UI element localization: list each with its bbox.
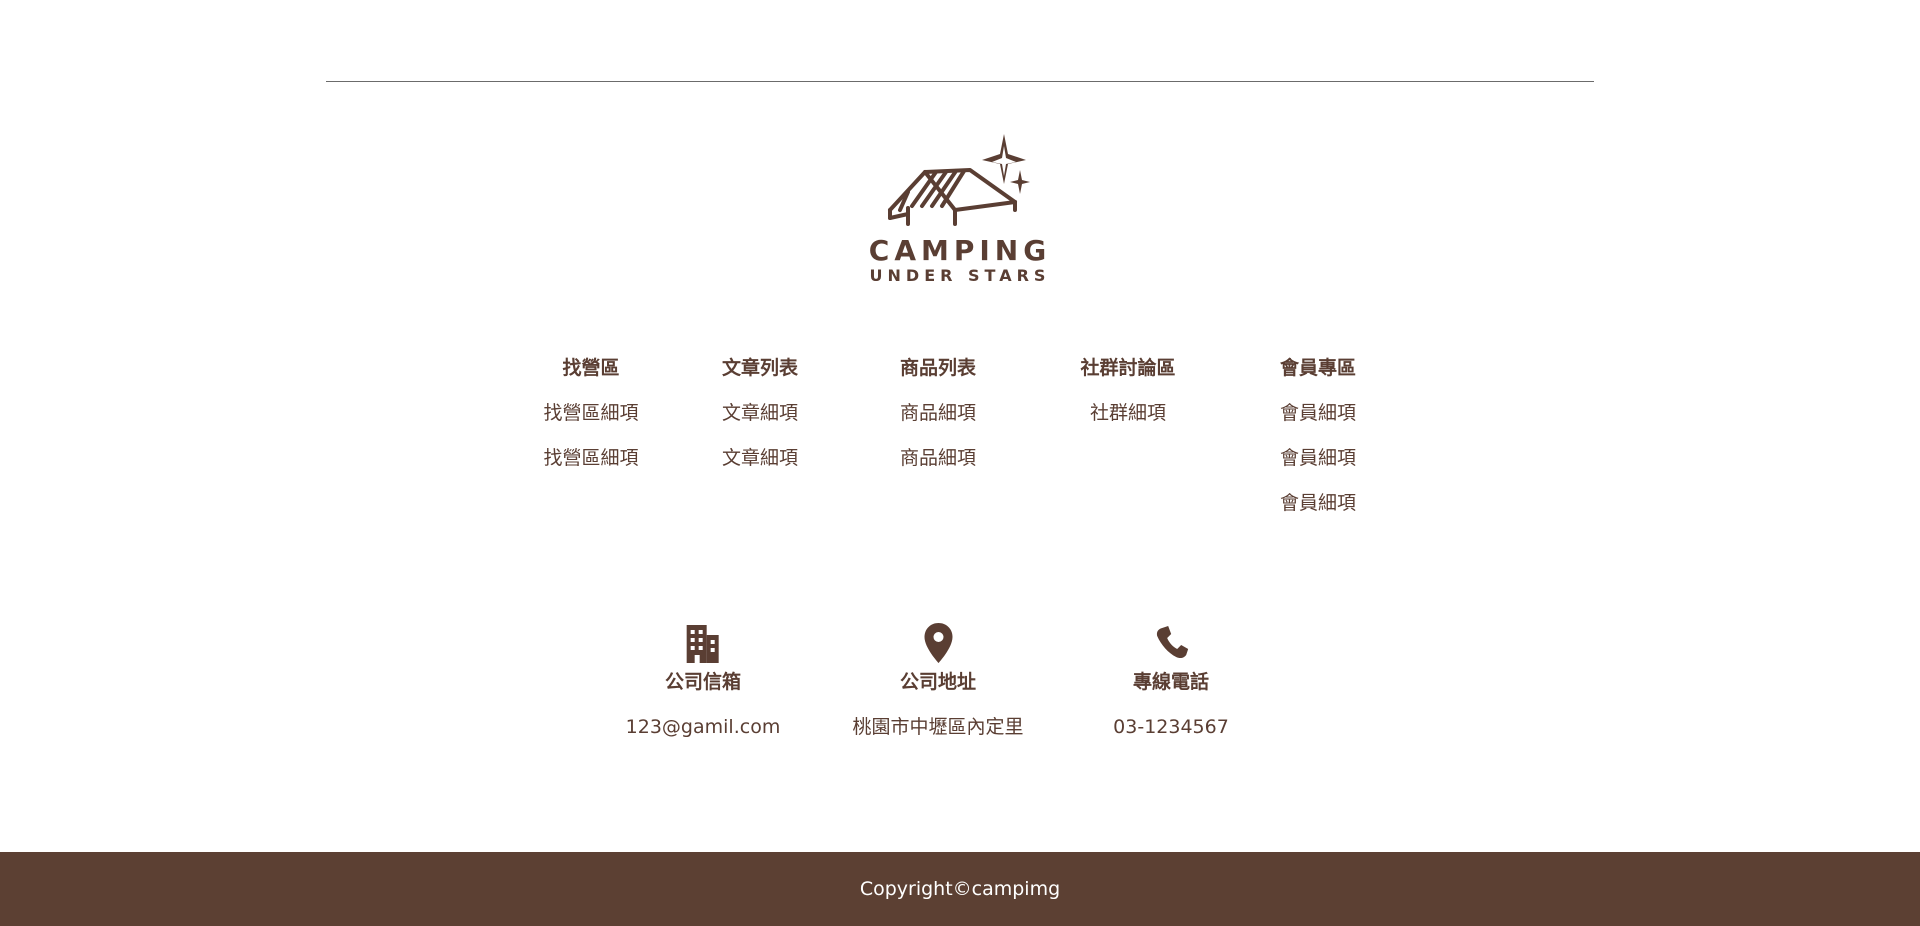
nav-link[interactable]: 文章細項 <box>722 399 798 444</box>
nav-heading[interactable]: 商品列表 <box>900 354 976 399</box>
contact-email: 公司信箱 123@gamil.com <box>626 622 781 741</box>
nav-column-members: 會員專區 會員細項 會員細項 會員細項 <box>1280 354 1356 534</box>
nav-link[interactable]: 商品細項 <box>900 399 976 444</box>
nav-heading[interactable]: 找營區 <box>543 354 638 399</box>
nav-link[interactable]: 社群細項 <box>1080 399 1175 444</box>
tent-stars-icon <box>888 134 1030 226</box>
nav-column-community: 社群討論區 社群細項 <box>1080 354 1175 444</box>
top-divider <box>326 81 1594 82</box>
nav-link[interactable]: 找營區細項 <box>543 399 638 444</box>
nav-link[interactable]: 找營區細項 <box>543 444 638 489</box>
contact-phone: 專線電話 03-1234567 <box>1113 622 1229 741</box>
phone-link[interactable]: 03-1234567 <box>1113 713 1229 741</box>
address-link[interactable]: 桃園市中壢區內定里 <box>852 713 1023 741</box>
nav-column-articles: 文章列表 文章細項 文章細項 <box>722 354 798 489</box>
map-pin-icon <box>923 623 952 663</box>
brand-name: CAMPING <box>868 234 1052 267</box>
nav-column-campsites: 找營區 找營區細項 找營區細項 <box>543 354 638 489</box>
contact-label: 專線電話 <box>1132 671 1209 693</box>
brand-logo[interactable]: CAMPING UNDER STARS <box>860 132 1060 292</box>
copyright-bar: Copyright©campimg <box>0 852 1920 926</box>
footer-page: CAMPING UNDER STARS 找營區 找營區細項 找營區細項 文章列表… <box>0 0 1920 926</box>
nav-link[interactable]: 文章細項 <box>722 444 798 489</box>
nav-heading[interactable]: 文章列表 <box>722 354 798 399</box>
phone-icon <box>1156 626 1188 659</box>
contact-label: 公司地址 <box>899 671 977 693</box>
contact-address: 公司地址 桃園市中壢區內定里 <box>852 622 1024 741</box>
nav-link[interactable]: 會員細項 <box>1280 444 1356 489</box>
nav-heading[interactable]: 會員專區 <box>1280 354 1356 399</box>
contact-label: 公司信箱 <box>664 671 741 693</box>
nav-heading[interactable]: 社群討論區 <box>1080 354 1175 399</box>
nav-link[interactable]: 會員細項 <box>1280 489 1356 534</box>
email-link[interactable]: 123@gamil.com <box>626 713 781 741</box>
copyright-text: Copyright©campimg <box>859 878 1061 900</box>
nav-link[interactable]: 商品細項 <box>900 444 976 489</box>
nav-column-products: 商品列表 商品細項 商品細項 <box>900 354 976 489</box>
building-icon <box>687 625 719 663</box>
nav-link[interactable]: 會員細項 <box>1280 399 1356 444</box>
brand-tagline: UNDER STARS <box>869 266 1051 285</box>
